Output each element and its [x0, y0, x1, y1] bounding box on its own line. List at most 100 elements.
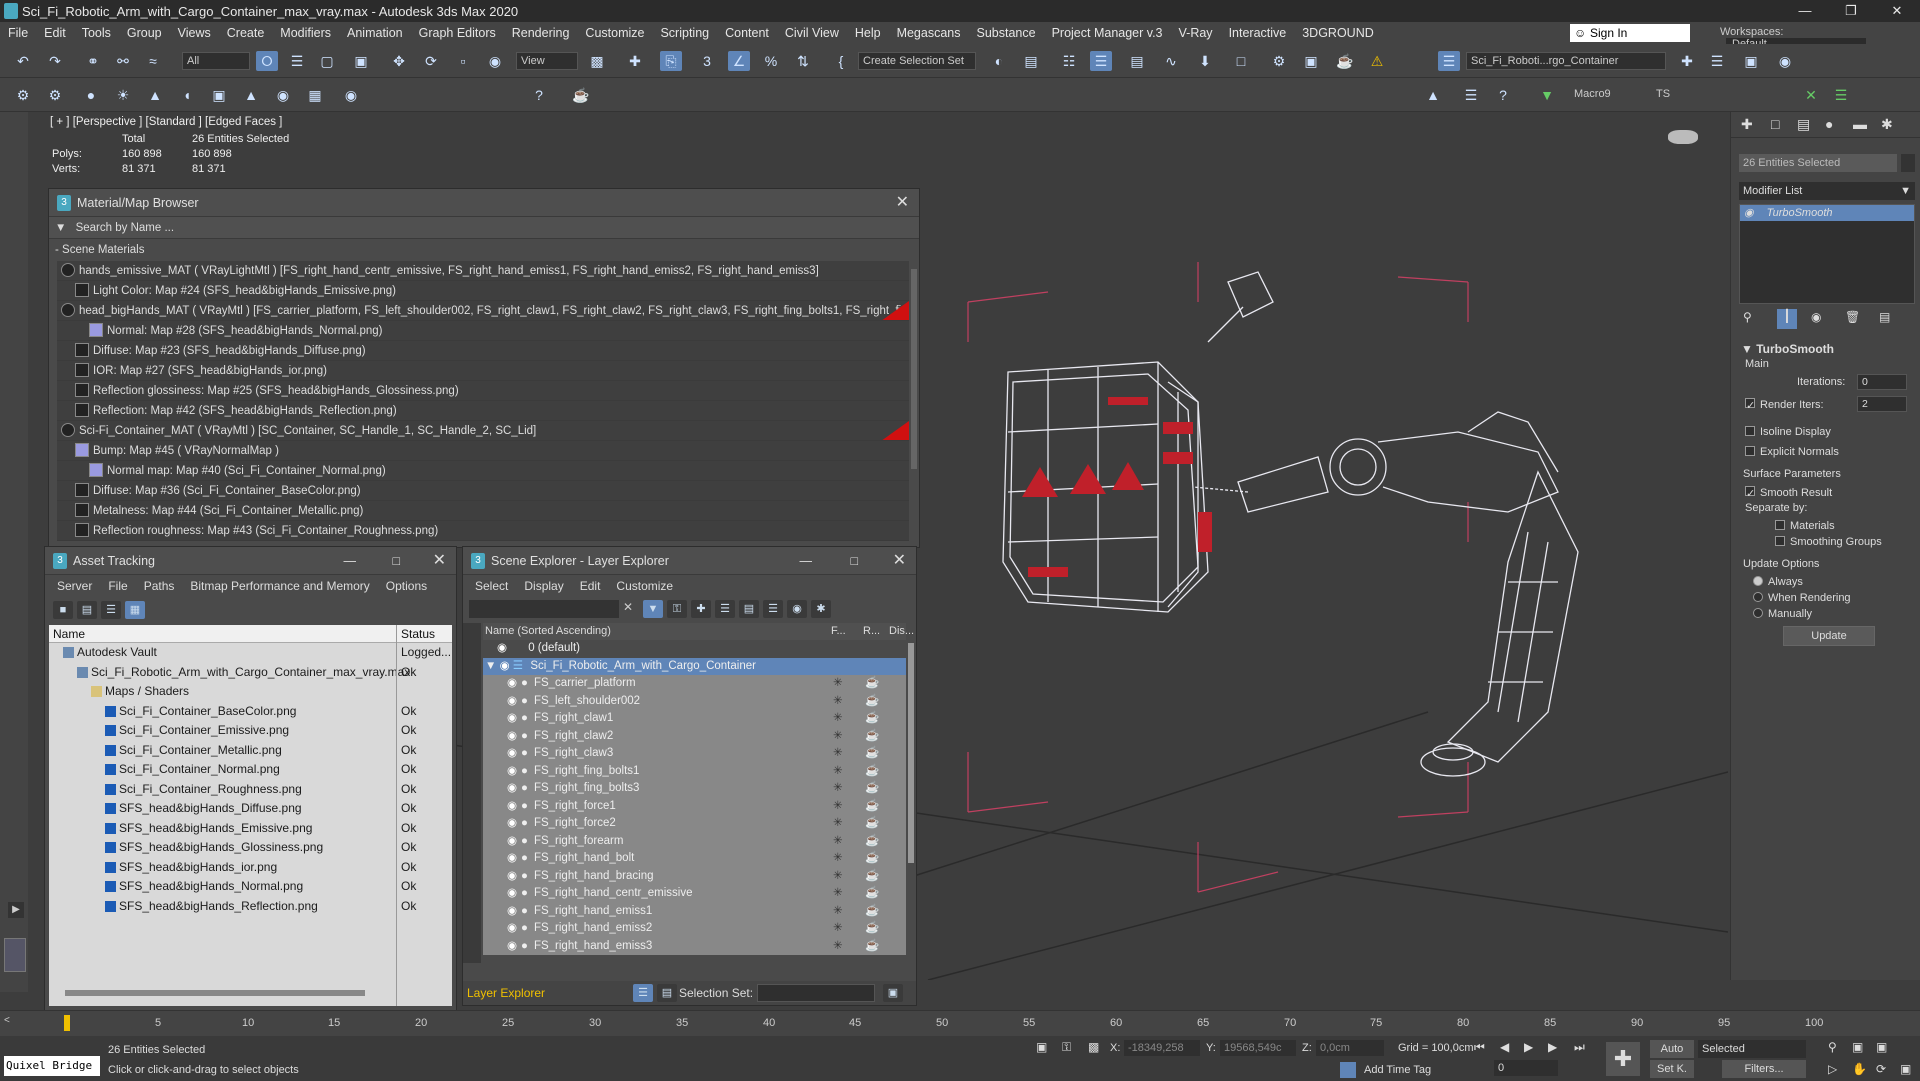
- asset-menu-bitmap[interactable]: Bitmap Performance and Memory: [182, 575, 377, 597]
- freeze-icon[interactable]: ✳: [833, 798, 843, 816]
- next-frame-icon[interactable]: ▶: [1548, 1040, 1557, 1054]
- freeze-icon[interactable]: ✳: [833, 938, 843, 956]
- materials-checkbox[interactable]: [1775, 520, 1785, 530]
- lock-icon[interactable]: ⚿: [667, 600, 687, 618]
- modify-tab-icon[interactable]: □: [1771, 116, 1779, 132]
- maximize-button[interactable]: ❐: [1828, 0, 1874, 22]
- render-iters-toggle[interactable]: ✓ Render Iters:: [1745, 398, 1824, 412]
- snaps-toggle-icon[interactable]: 3: [696, 51, 718, 71]
- reference-coord-dropdown[interactable]: View: [516, 52, 578, 70]
- explorer-minimize-icon[interactable]: —: [800, 547, 813, 575]
- vray-ies-icon[interactable]: ▲: [144, 85, 166, 105]
- modifier-stack-item[interactable]: ◉ TurboSmooth: [1740, 205, 1914, 221]
- eye-icon[interactable]: ◉: [507, 903, 517, 921]
- rotate-icon[interactable]: ⟳: [420, 51, 442, 71]
- menu-lines-icon[interactable]: ☰: [1830, 85, 1852, 105]
- iterations-spinner[interactable]: 0: [1857, 374, 1907, 390]
- asset-row[interactable]: Sci_Fi_Container_Roughness.png Ok: [49, 780, 452, 800]
- freeze-icon[interactable]: ✳: [833, 868, 843, 886]
- keyboard-shortcut-icon[interactable]: ⎘: [660, 51, 682, 71]
- manually-option[interactable]: Manually: [1753, 608, 1812, 620]
- make-unique-icon[interactable]: ◉: [1811, 310, 1821, 324]
- render-teapot-icon[interactable]: ☕: [865, 833, 879, 851]
- asset-row[interactable]: SFS_head&bigHands_ior.png Ok: [49, 858, 452, 878]
- set-key-big-icon[interactable]: ✚: [1606, 1042, 1640, 1076]
- object-row[interactable]: ◉ ● FS_carrier_platform ✳ ☕: [483, 675, 906, 693]
- globe-icon[interactable]: ◉: [1774, 51, 1796, 71]
- layer-hide-icon[interactable]: ◉: [787, 600, 807, 618]
- object-color-swatch[interactable]: [1901, 154, 1915, 172]
- absolute-mode-icon[interactable]: ▩: [1088, 1040, 1099, 1054]
- vray-frame-icon[interactable]: ⚙: [44, 85, 66, 105]
- edit-named-sets-icon[interactable]: {: [830, 51, 852, 71]
- eye-icon[interactable]: ◉: [507, 920, 517, 938]
- eye-icon[interactable]: ◉: [507, 798, 517, 816]
- help-circle-icon[interactable]: ?: [1492, 85, 1514, 105]
- object-row[interactable]: ◉ ● FS_right_fing_bolts3 ✳ ☕: [483, 780, 906, 798]
- vray-toolbar-icon[interactable]: ⚙: [12, 85, 34, 105]
- menu-3dground[interactable]: 3DGROUND: [1294, 26, 1382, 40]
- object-name-field[interactable]: 26 Entities Selected: [1739, 154, 1897, 172]
- zoom-all-icon[interactable]: ▣: [1852, 1040, 1863, 1054]
- spinner-snap-icon[interactable]: ⇅: [792, 51, 814, 71]
- current-frame-field[interactable]: 0: [1494, 1060, 1558, 1076]
- key-filters-button[interactable]: Filters...: [1722, 1060, 1806, 1078]
- eye-icon[interactable]: ◉: [507, 745, 517, 763]
- material-row[interactable]: Normal: Map #28 (SFS_head&bigHands_Norma…: [57, 321, 909, 341]
- object-row[interactable]: ◉ ● FS_right_claw3 ✳ ☕: [483, 745, 906, 763]
- menu-content[interactable]: Content: [717, 26, 777, 40]
- material-search[interactable]: ▼ Search by Name ...: [49, 217, 919, 239]
- set-key-button[interactable]: Set K.: [1650, 1060, 1694, 1078]
- isolate-selection-icon[interactable]: ▣: [1036, 1040, 1047, 1054]
- asset-row[interactable]: SFS_head&bigHands_Diffuse.png Ok: [49, 799, 452, 819]
- material-row[interactable]: Light Color: Map #24 (SFS_head&bigHands_…: [57, 281, 909, 301]
- eye-icon[interactable]: ◉: [507, 833, 517, 851]
- select-by-name-icon[interactable]: ☰: [286, 51, 308, 71]
- menu-animation[interactable]: Animation: [339, 26, 411, 40]
- material-row[interactable]: Metalness: Map #44 (Sci_Fi_Container_Met…: [57, 501, 909, 521]
- material-row[interactable]: Normal map: Map #40 (Sci_Fi_Container_No…: [57, 461, 909, 481]
- object-row[interactable]: ◉ ● FS_right_hand_bolt ✳ ☕: [483, 850, 906, 868]
- toggle-layer-explorer-icon[interactable]: ☰: [1090, 51, 1112, 71]
- object-row[interactable]: ◉ ● FS_right_hand_emiss2 ✳ ☕: [483, 920, 906, 938]
- window-crossing-icon[interactable]: ▣: [350, 51, 372, 71]
- object-row[interactable]: ◉ ● FS_right_claw1 ✳ ☕: [483, 710, 906, 728]
- asset-hscrollbar[interactable]: [65, 990, 365, 996]
- eye-icon[interactable]: ◉: [507, 710, 517, 728]
- smoothing-groups-toggle[interactable]: Smoothing Groups: [1775, 536, 1882, 548]
- selection-set-manage-icon[interactable]: ▣: [883, 984, 903, 1002]
- eye-icon[interactable]: ◉: [507, 815, 517, 833]
- asset-row[interactable]: Maps / Shaders: [49, 682, 452, 702]
- zoom-extents-icon[interactable]: ▣: [1876, 1040, 1887, 1054]
- render-teapot-icon[interactable]: ☕: [865, 920, 879, 938]
- sign-in-dropdown[interactable]: ☺ Sign In: [1570, 24, 1690, 42]
- explorer-maximize-icon[interactable]: □: [850, 547, 858, 575]
- layers-stack-icon[interactable]: ☰: [1706, 51, 1728, 71]
- explorer-layer-toggle-icon[interactable]: ☰: [633, 984, 653, 1002]
- col-display[interactable]: Dis...: [889, 623, 914, 640]
- show-end-result-icon[interactable]: ┃: [1777, 309, 1797, 329]
- render-teapot-icon[interactable]: ☕: [865, 903, 879, 921]
- asset-close-icon[interactable]: ✕: [433, 547, 446, 575]
- expand-icon[interactable]: ▼: [1536, 85, 1558, 105]
- zoom-icon[interactable]: ⚲: [1828, 1040, 1837, 1054]
- default-layer-row[interactable]: ◉ 0 (default): [483, 640, 906, 658]
- asset-menu-server[interactable]: Server: [49, 575, 100, 597]
- asset-row[interactable]: SFS_head&bigHands_Glossiness.png Ok: [49, 838, 452, 858]
- filter-icon[interactable]: ▼: [643, 600, 663, 618]
- asset-row[interactable]: Sci_Fi_Robotic_Arm_with_Cargo_Container_…: [49, 663, 452, 683]
- asset-tree-icon[interactable]: ☰: [101, 601, 121, 619]
- material-browser-close-icon[interactable]: ✕: [896, 189, 909, 217]
- freeze-icon[interactable]: ✳: [833, 745, 843, 763]
- material-row[interactable]: Sci-Fi_Container_MAT ( VRayMtl ) [SC_Con…: [57, 421, 909, 441]
- undo-icon[interactable]: ↶: [12, 51, 34, 71]
- col-freeze[interactable]: F...: [831, 623, 846, 640]
- when-rendering-option[interactable]: When Rendering: [1753, 592, 1851, 604]
- render-teapot-icon[interactable]: ☕: [865, 675, 879, 693]
- time-slider-handle[interactable]: [64, 1015, 70, 1031]
- materials-toggle[interactable]: Materials: [1775, 520, 1835, 532]
- menu-file[interactable]: File: [0, 26, 36, 40]
- motion-tab-icon[interactable]: ●: [1825, 116, 1833, 132]
- object-row[interactable]: ◉ ● FS_right_force1 ✳ ☕: [483, 798, 906, 816]
- vray-proxy-icon[interactable]: ▲: [240, 85, 262, 105]
